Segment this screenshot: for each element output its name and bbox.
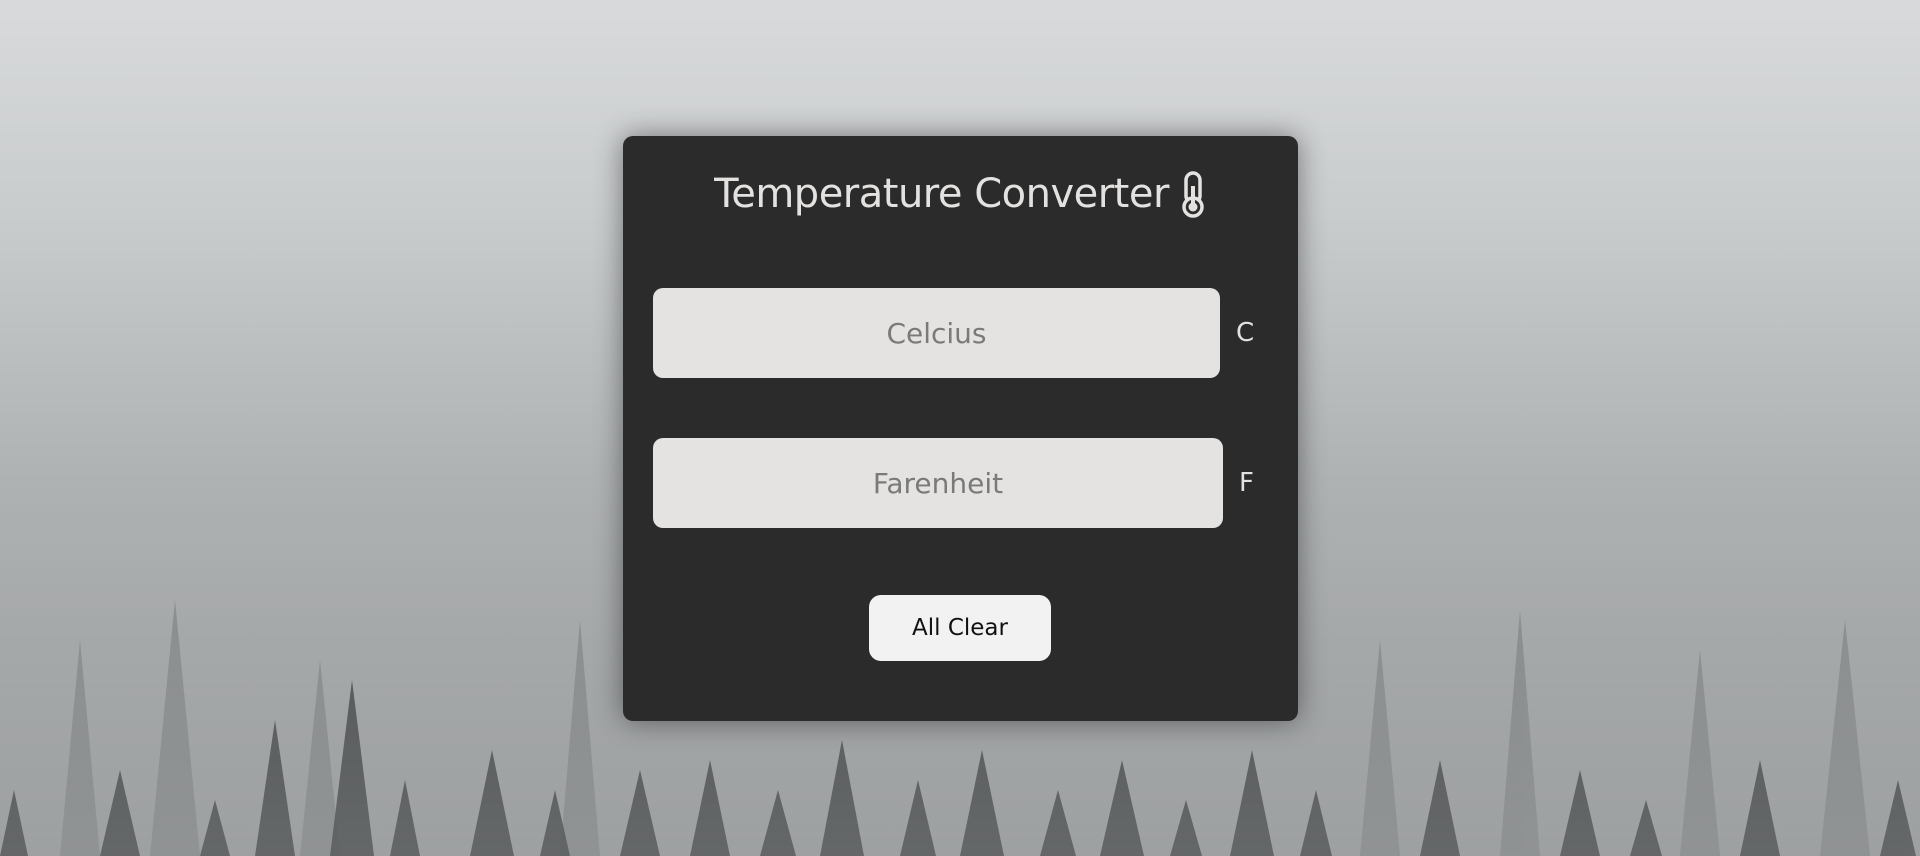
fahrenheit-unit-label: F (1239, 468, 1254, 498)
page-title: Temperature Converter (714, 171, 1169, 217)
thermometer-icon (1179, 170, 1207, 218)
title-row: Temperature Converter (623, 164, 1298, 224)
celsius-input[interactable] (653, 288, 1220, 378)
fahrenheit-input[interactable] (653, 438, 1223, 528)
celsius-row: C (653, 288, 1254, 378)
converter-card: Temperature Converter C F All Clear (623, 136, 1298, 721)
fahrenheit-row: F (653, 438, 1254, 528)
all-clear-button[interactable]: All Clear (869, 595, 1051, 661)
celsius-unit-label: C (1236, 318, 1255, 348)
